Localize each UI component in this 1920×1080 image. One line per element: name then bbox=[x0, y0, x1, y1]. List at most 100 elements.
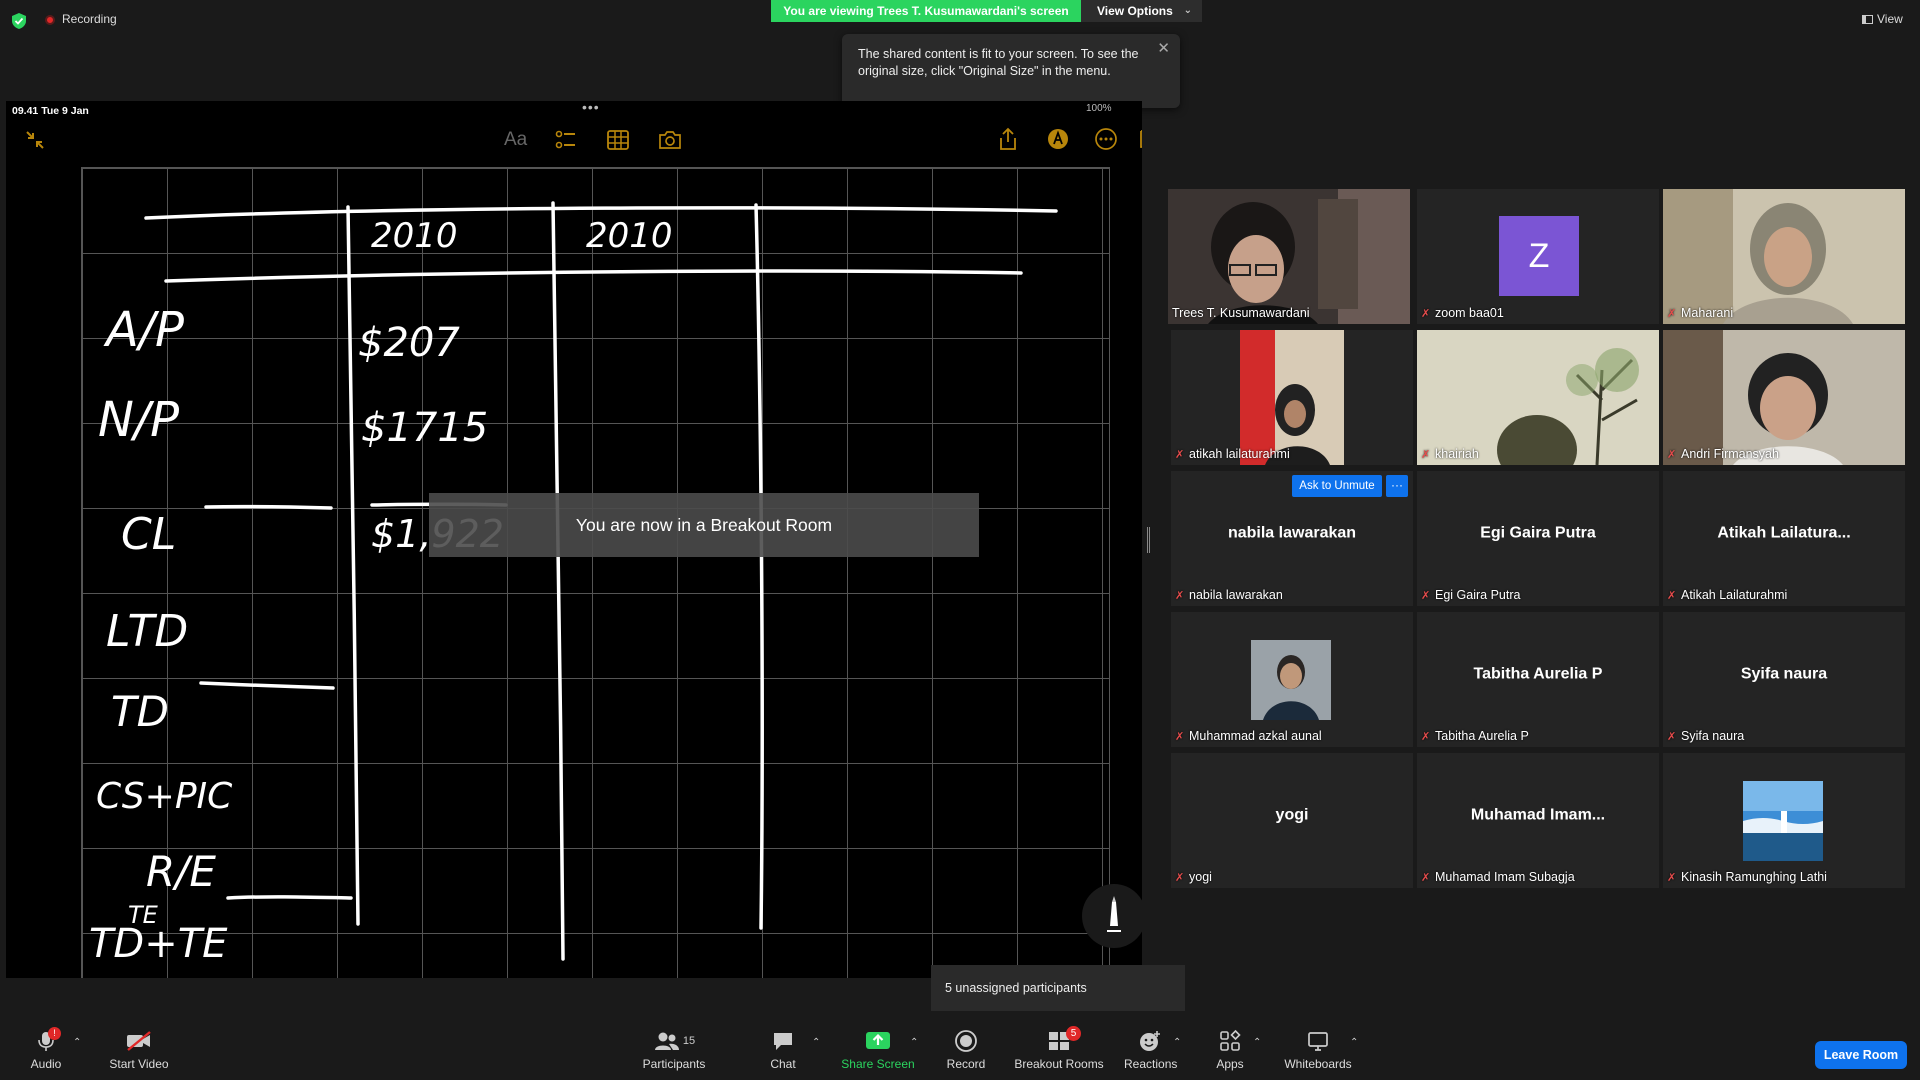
participant-display-name: Tabitha Aurelia P bbox=[1473, 665, 1603, 683]
mic-muted-icon: ✗ bbox=[1667, 872, 1677, 884]
tooltip-text: The shared content is fit to your screen… bbox=[858, 47, 1139, 78]
video-tile[interactable]: ✗ khairiah bbox=[1417, 330, 1659, 465]
tile-more-button[interactable]: ··· bbox=[1386, 475, 1408, 497]
row-cl: CL bbox=[121, 509, 176, 560]
col1-header: 2010 bbox=[371, 216, 458, 256]
whiteboards-button[interactable]: Whiteboards bbox=[1282, 1029, 1354, 1071]
value-ap: $207 bbox=[358, 320, 460, 366]
record-button[interactable]: Record bbox=[944, 1029, 988, 1071]
participant-name: Kinasih Ramunghing Lathi bbox=[1681, 870, 1827, 884]
participants-icon bbox=[654, 1032, 679, 1050]
breakout-rooms-button[interactable]: 5 Breakout Rooms bbox=[1012, 1026, 1106, 1071]
td-underline bbox=[199, 681, 335, 690]
security-shield-icon[interactable] bbox=[12, 13, 26, 29]
video-tile[interactable]: Atikah Lailatura... ✗ Atikah Lailaturahmi bbox=[1663, 471, 1905, 606]
participant-name: yogi bbox=[1189, 870, 1212, 884]
participant-name: Andri Firmansyah bbox=[1681, 447, 1779, 461]
mic-muted-icon: ✗ bbox=[1421, 731, 1431, 743]
participant-video-feed bbox=[1240, 330, 1344, 465]
participant-name: Syifa naura bbox=[1681, 729, 1745, 743]
participants-button[interactable]: 15 Participants bbox=[640, 1029, 708, 1071]
ask-to-unmute-button[interactable]: Ask to Unmute bbox=[1292, 475, 1382, 497]
mic-muted-icon: ✗ bbox=[1175, 872, 1185, 884]
video-tile[interactable]: Trees T. Kusumawardani bbox=[1168, 189, 1410, 324]
participant-display-name: yogi bbox=[1275, 806, 1309, 824]
participant-name: Maharani bbox=[1681, 306, 1734, 320]
reactions-icon bbox=[1140, 1031, 1160, 1051]
table-header-line bbox=[164, 269, 1023, 283]
participant-name: Muhamad Imam Subagja bbox=[1435, 870, 1575, 884]
whiteboards-label: Whiteboards bbox=[1284, 1057, 1352, 1071]
participant-display-name: nabila lawarakan bbox=[1227, 524, 1357, 542]
apps-options-caret-icon[interactable]: ⌃ bbox=[1253, 1037, 1261, 1048]
apps-icon bbox=[1220, 1029, 1241, 1051]
share-options-caret-icon[interactable]: ⌃ bbox=[910, 1037, 918, 1048]
row-td-te: TD+TE bbox=[89, 921, 228, 967]
row-ltd: LTD bbox=[106, 606, 188, 657]
view-options-button[interactable]: View Options ⌄ bbox=[1081, 0, 1202, 22]
participant-video-feed bbox=[1417, 330, 1659, 465]
audio-options-caret-icon[interactable]: ⌃ bbox=[73, 1037, 81, 1048]
unassigned-participants-popup[interactable]: 5 unassigned participants bbox=[931, 965, 1185, 1011]
reactions-options-caret-icon[interactable]: ⌃ bbox=[1173, 1037, 1181, 1048]
audio-button[interactable]: ! Audio bbox=[26, 1027, 66, 1071]
mic-muted-icon: ✗ bbox=[1175, 449, 1185, 461]
view-options-label: View Options bbox=[1097, 4, 1173, 18]
share-screen-icon bbox=[866, 1032, 890, 1049]
recording-label: Recording bbox=[62, 12, 117, 26]
video-tile[interactable]: ✗ atikah lailaturahmi bbox=[1171, 330, 1413, 465]
video-tile[interactable]: Egi Gaira Putra ✗ Egi Gaira Putra bbox=[1417, 471, 1659, 606]
participant-video-feed bbox=[1168, 189, 1410, 324]
participant-name: Egi Gaira Putra bbox=[1435, 588, 1521, 602]
leave-room-button[interactable]: Leave Room bbox=[1815, 1041, 1907, 1069]
value-np: $1715 bbox=[361, 405, 488, 451]
participant-name: Tabitha Aurelia P bbox=[1435, 729, 1529, 743]
row-cs-pic: CS+PIC bbox=[96, 776, 233, 817]
participant-display-name: Syifa naura bbox=[1740, 665, 1828, 683]
participant-name: Muhammad azkal aunal bbox=[1189, 729, 1322, 743]
mic-muted-icon: ✗ bbox=[1421, 872, 1431, 884]
apps-label: Apps bbox=[1216, 1057, 1244, 1071]
chat-button[interactable]: Chat bbox=[765, 1029, 801, 1071]
view-button[interactable]: View bbox=[1862, 12, 1903, 26]
whiteboards-options-caret-icon[interactable]: ⌃ bbox=[1350, 1037, 1358, 1048]
video-tile[interactable]: Tabitha Aurelia P ✗ Tabitha Aurelia P bbox=[1417, 612, 1659, 747]
pencil-tool-button[interactable] bbox=[1082, 884, 1142, 948]
video-tile[interactable]: Z ✗ zoom baa01 bbox=[1417, 189, 1659, 324]
participant-video-feed bbox=[1663, 330, 1905, 465]
breakout-rooms-label: Breakout Rooms bbox=[1014, 1057, 1104, 1071]
video-tile[interactable]: ✗ Muhammad azkal aunal bbox=[1171, 612, 1413, 747]
video-tile[interactable]: ✗ Maharani bbox=[1663, 189, 1905, 324]
participant-name: nabila lawarakan bbox=[1189, 588, 1283, 602]
chat-options-caret-icon[interactable]: ⌃ bbox=[812, 1037, 820, 1048]
cl-underline bbox=[204, 504, 333, 510]
video-tile[interactable]: Syifa naura ✗ Syifa naura bbox=[1663, 612, 1905, 747]
avatar: Z bbox=[1499, 216, 1579, 296]
reactions-button[interactable]: Reactions bbox=[1124, 1029, 1177, 1071]
panel-resize-handle[interactable] bbox=[1147, 527, 1150, 553]
shared-screen[interactable]: 09.41 Tue 9 Jan ••• 100% Aa 2010 2010 A/… bbox=[6, 101, 1142, 978]
col2-header: 2010 bbox=[586, 216, 673, 256]
video-tile[interactable]: yogi ✗ yogi bbox=[1171, 753, 1413, 888]
participant-display-name: Atikah Lailatura... bbox=[1717, 524, 1851, 542]
video-tile[interactable]: ✗ Kinasih Ramunghing Lathi bbox=[1663, 753, 1905, 888]
apps-button[interactable]: Apps bbox=[1214, 1029, 1246, 1071]
share-screen-button[interactable]: Share Screen bbox=[838, 1029, 918, 1071]
start-video-button[interactable]: Start Video bbox=[105, 1029, 173, 1071]
participant-name: khairiah bbox=[1435, 447, 1479, 461]
participant-name: zoom baa01 bbox=[1435, 306, 1504, 320]
whiteboards-icon bbox=[1308, 1032, 1328, 1051]
mic-muted-icon: ✗ bbox=[1421, 590, 1431, 602]
recording-icon bbox=[45, 15, 55, 25]
participants-count: 15 bbox=[682, 1035, 696, 1047]
mic-muted-icon: ✗ bbox=[1667, 590, 1677, 602]
video-tile[interactable]: ✗ Andri Firmansyah bbox=[1663, 330, 1905, 465]
video-tile[interactable]: Muhamad Imam... ✗ Muhamad Imam Subagja bbox=[1417, 753, 1659, 888]
mic-muted-icon: ✗ bbox=[1667, 308, 1677, 320]
mic-muted-icon: ✗ bbox=[1175, 590, 1185, 602]
viewing-banner: You are viewing Trees T. Kusumawardani's… bbox=[771, 0, 1081, 22]
start-video-label: Start Video bbox=[109, 1057, 169, 1071]
record-label: Record bbox=[946, 1057, 986, 1071]
close-icon[interactable]: ✕ bbox=[1157, 40, 1170, 57]
audio-label: Audio bbox=[30, 1057, 62, 1071]
